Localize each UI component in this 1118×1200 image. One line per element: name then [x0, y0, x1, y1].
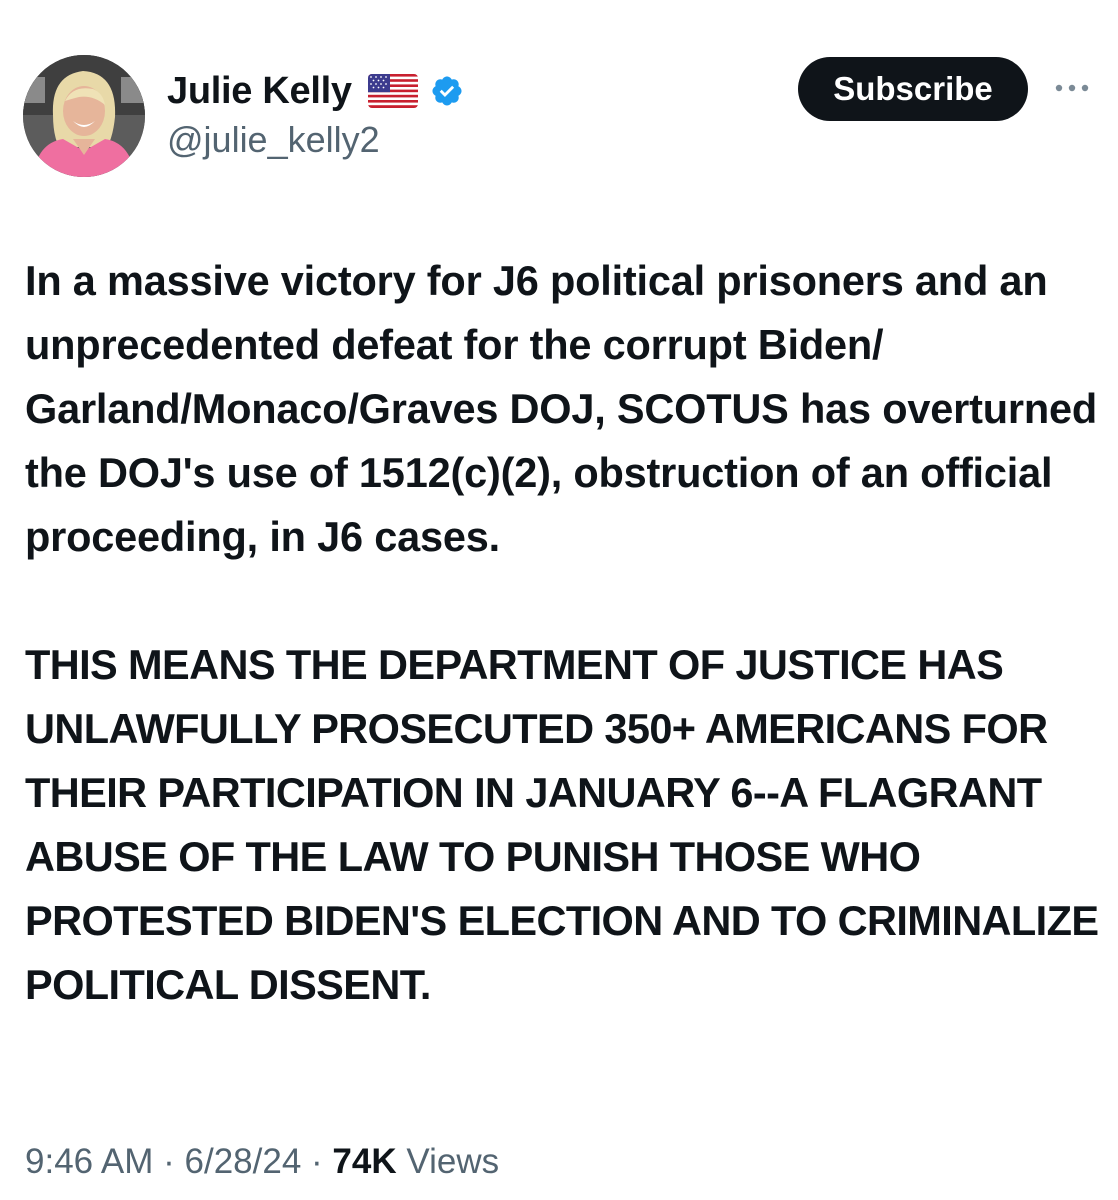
- tweet-time[interactable]: 9:46 AM: [25, 1142, 153, 1181]
- views-label: Views: [396, 1142, 500, 1181]
- tweet-date[interactable]: 6/28/24: [185, 1142, 302, 1181]
- author-handle[interactable]: @julie_kelly2: [167, 122, 380, 158]
- author-display-name[interactable]: Julie Kelly: [167, 72, 352, 110]
- views-count[interactable]: 74K: [332, 1142, 396, 1181]
- tweet: Julie Kelly @julie_kelly2 Subscribe In a…: [0, 0, 1118, 1200]
- tweet-paragraph-2: THIS MEANS THE DEPARTMENT OF JUSTICE HAS…: [25, 641, 1099, 1008]
- tweet-paragraph-1: In a massive victory for J6 political pr…: [25, 257, 1097, 560]
- meta-separator: ·: [153, 1142, 185, 1181]
- avatar-image: [23, 55, 145, 177]
- tweet-text: In a massive victory for J6 political pr…: [25, 249, 1105, 1017]
- subscribe-button[interactable]: Subscribe: [798, 57, 1028, 121]
- avatar[interactable]: [23, 55, 145, 177]
- meta-separator: ·: [301, 1142, 333, 1181]
- us-flag-icon: [367, 74, 418, 108]
- more-options-icon[interactable]: [1052, 78, 1092, 98]
- verified-badge-icon[interactable]: [430, 74, 464, 108]
- author-name-row: Julie Kelly: [167, 66, 464, 116]
- tweet-meta: 9:46 AM · 6/28/24 · 74K Views: [25, 1138, 499, 1186]
